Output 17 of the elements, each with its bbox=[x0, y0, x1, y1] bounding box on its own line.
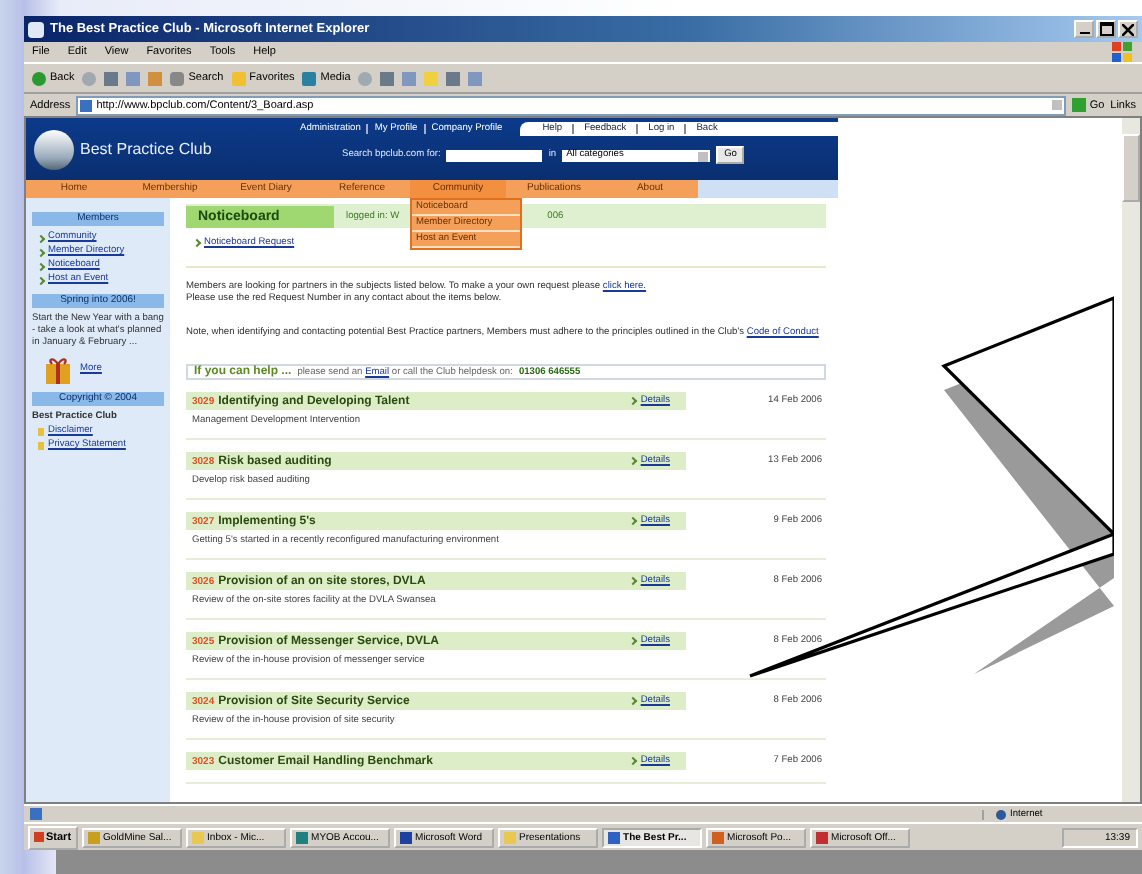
minimize-button[interactable] bbox=[1074, 20, 1094, 38]
chevron-icon bbox=[629, 756, 638, 766]
windows-flag-icon bbox=[1110, 42, 1134, 62]
chevron-icon bbox=[629, 576, 638, 586]
maximize-button[interactable] bbox=[1096, 20, 1116, 38]
chevron-icon bbox=[629, 636, 638, 646]
search-field[interactable] bbox=[446, 149, 543, 161]
chevron-icon bbox=[629, 696, 638, 706]
chevron-icon bbox=[629, 396, 638, 406]
chevron-icon bbox=[629, 456, 638, 466]
globe-logo-icon bbox=[34, 129, 74, 169]
scrollbar[interactable] bbox=[1122, 118, 1140, 802]
chevron-icon bbox=[192, 238, 202, 248]
site-logo: Best Practice Club bbox=[80, 140, 212, 158]
chevron-icon bbox=[629, 516, 638, 526]
gift-icon bbox=[44, 356, 72, 384]
close-button[interactable] bbox=[1118, 20, 1138, 38]
